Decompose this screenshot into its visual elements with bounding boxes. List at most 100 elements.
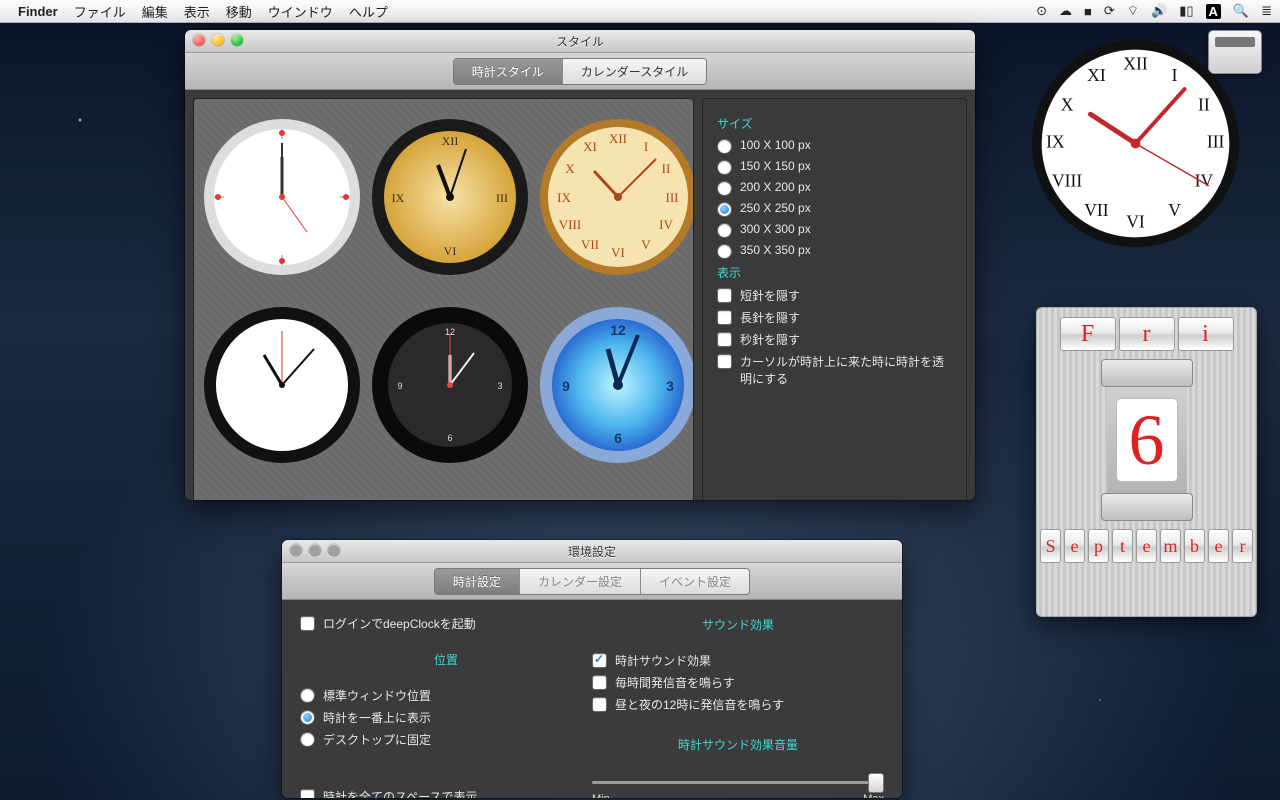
radio-icon[interactable] xyxy=(300,710,315,725)
size-option[interactable]: 100 X 100 px xyxy=(717,138,952,154)
svg-text:6: 6 xyxy=(447,433,452,443)
all-spaces-option[interactable]: 時計を全てのスペースで表示 xyxy=(300,788,592,798)
size-header: サイズ xyxy=(717,115,952,132)
clock-style-grid[interactable]: XIIIIIVIIX XIIIIIVIIXIIIIVVVIIVIIIXXI 12… xyxy=(193,98,694,500)
size-option[interactable]: 250 X 250 px xyxy=(717,201,952,217)
clock-style-5[interactable]: 12369 xyxy=(370,295,530,475)
calendar-day-row: F r i xyxy=(1060,317,1234,351)
style-titlebar[interactable]: スタイル xyxy=(185,30,975,53)
menu-edit[interactable]: 編集 xyxy=(142,2,168,21)
menu-view[interactable]: 表示 xyxy=(184,2,210,21)
position-option[interactable]: 標準ウィンドウ位置 xyxy=(300,687,592,704)
checkbox-icon[interactable] xyxy=(717,354,732,369)
spotlight-icon[interactable]: 🔍 xyxy=(1233,3,1249,19)
sound-option[interactable]: 昼と夜の12時に発信音を鳴らす xyxy=(592,696,884,713)
volume-max-label: Max xyxy=(863,793,884,798)
tab-event-settings[interactable]: イベント設定 xyxy=(641,569,749,594)
clock-style-2[interactable]: XIIIIIVIIX xyxy=(370,107,530,287)
size-option[interactable]: 150 X 150 px xyxy=(717,159,952,175)
clock-style-8[interactable] xyxy=(370,483,530,500)
calendar-day-roll-2: r xyxy=(1119,317,1175,351)
menu-extra-icon[interactable]: ⊙ xyxy=(1036,3,1047,19)
display-label: 短針を隠す xyxy=(740,287,800,304)
radio-icon[interactable] xyxy=(300,732,315,747)
size-option[interactable]: 350 X 350 px xyxy=(717,243,952,259)
menu-go[interactable]: 移動 xyxy=(226,2,252,21)
size-option[interactable]: 300 X 300 px xyxy=(717,222,952,238)
login-launch-option[interactable]: ログインでdeepClockを起動 xyxy=(300,615,592,632)
checkbox-icon[interactable] xyxy=(592,653,607,668)
style-toolbar: 時計スタイル カレンダースタイル xyxy=(185,53,975,90)
tab-clock-settings[interactable]: 時計設定 xyxy=(435,569,520,594)
checkbox-icon[interactable] xyxy=(592,697,607,712)
display-label: 秒針を隠す xyxy=(740,331,800,348)
checkbox-icon[interactable] xyxy=(592,675,607,690)
radio-icon[interactable] xyxy=(300,688,315,703)
clock-style-6[interactable]: 12369 xyxy=(538,295,694,475)
notification-center-icon[interactable]: ≣ xyxy=(1261,3,1272,19)
clock-style-3[interactable]: XIIIIIVIIXIIIIVVVIIVIIIXXI xyxy=(538,107,694,287)
calendar-month-roll: e xyxy=(1064,529,1085,563)
zoom-button[interactable] xyxy=(328,544,340,556)
tab-calendar-settings[interactable]: カレンダー設定 xyxy=(520,569,641,594)
radio-icon[interactable] xyxy=(717,139,732,154)
checkbox-icon[interactable] xyxy=(717,310,732,325)
svg-text:XII: XII xyxy=(1123,53,1148,73)
svg-text:X: X xyxy=(1061,94,1074,114)
close-button[interactable] xyxy=(193,34,205,46)
radio-icon[interactable] xyxy=(717,223,732,238)
minimize-button[interactable] xyxy=(309,544,321,556)
calendar-daynum-column: 6 xyxy=(1107,365,1187,515)
battery-icon[interactable]: ▮▯ xyxy=(1179,3,1193,19)
app-menu[interactable]: Finder xyxy=(18,4,58,19)
radio-icon[interactable] xyxy=(717,181,732,196)
input-source-icon[interactable]: A xyxy=(1206,4,1221,19)
minimize-button[interactable] xyxy=(212,34,224,46)
checkbox-icon[interactable] xyxy=(717,332,732,347)
display-option[interactable]: カーソルが時計上に来た時に時計を透明にする xyxy=(717,353,952,387)
menu-file[interactable]: ファイル xyxy=(74,2,126,21)
position-option[interactable]: 時計を一番上に表示 xyxy=(300,709,592,726)
checkbox-icon[interactable] xyxy=(717,288,732,303)
desktop-clock-widget[interactable]: XIIIII IIIIVV VIVIIVIII IXXXI xyxy=(1028,36,1243,251)
sound-option[interactable]: 時計サウンド効果 xyxy=(592,652,884,669)
radio-icon[interactable] xyxy=(717,244,732,259)
menu-help[interactable]: ヘルプ xyxy=(349,2,388,21)
clock-style-1[interactable] xyxy=(202,107,362,287)
clock-style-7[interactable] xyxy=(202,483,362,500)
tab-clock-style[interactable]: 時計スタイル xyxy=(454,59,563,84)
size-label: 250 X 250 px xyxy=(740,201,811,215)
clock-style-4[interactable] xyxy=(202,295,362,475)
cloud-icon[interactable]: ☁ xyxy=(1059,3,1072,19)
volume-icon[interactable]: 🔊 xyxy=(1151,3,1167,19)
style-window: スタイル 時計スタイル カレンダースタイル XIIIIIVIIX XIIIIIV… xyxy=(185,30,975,500)
display-option[interactable]: 短針を隠す xyxy=(717,287,952,304)
clock-style-9[interactable]: XII xyxy=(538,483,694,500)
checkbox-icon[interactable] xyxy=(300,789,315,798)
calendar-month-roll: r xyxy=(1232,529,1253,563)
camera-icon[interactable]: ■ xyxy=(1084,4,1092,19)
wifi-icon[interactable]: ⌔ xyxy=(1127,3,1139,19)
prefs-titlebar[interactable]: 環境設定 xyxy=(282,540,902,563)
zoom-button[interactable] xyxy=(231,34,243,46)
display-option[interactable]: 秒針を隠す xyxy=(717,331,952,348)
svg-text:VIII: VIII xyxy=(559,217,581,232)
size-option[interactable]: 200 X 200 px xyxy=(717,180,952,196)
checkbox-icon[interactable] xyxy=(300,616,315,631)
prefs-right-column: サウンド効果 時計サウンド効果毎時間発信音を鳴らす昼と夜の12時に発信音を鳴らす… xyxy=(592,610,884,798)
menu-window[interactable]: ウインドウ xyxy=(268,2,333,21)
radio-icon[interactable] xyxy=(717,202,732,217)
position-option[interactable]: デスクトップに固定 xyxy=(300,731,592,748)
close-button[interactable] xyxy=(290,544,302,556)
sound-option[interactable]: 毎時間発信音を鳴らす xyxy=(592,674,884,691)
position-label: 時計を一番上に表示 xyxy=(323,709,431,726)
svg-text:XII: XII xyxy=(442,134,459,148)
volume-slider[interactable]: Min Max xyxy=(592,773,884,798)
slider-thumb[interactable] xyxy=(868,773,884,793)
size-label: 200 X 200 px xyxy=(740,180,811,194)
display-option[interactable]: 長針を隠す xyxy=(717,309,952,326)
desktop-calendar-widget[interactable]: F r i 6 September xyxy=(1036,307,1257,617)
tab-calendar-style[interactable]: カレンダースタイル xyxy=(563,59,706,84)
timemachine-icon[interactable]: ⟳ xyxy=(1104,3,1115,19)
radio-icon[interactable] xyxy=(717,160,732,175)
